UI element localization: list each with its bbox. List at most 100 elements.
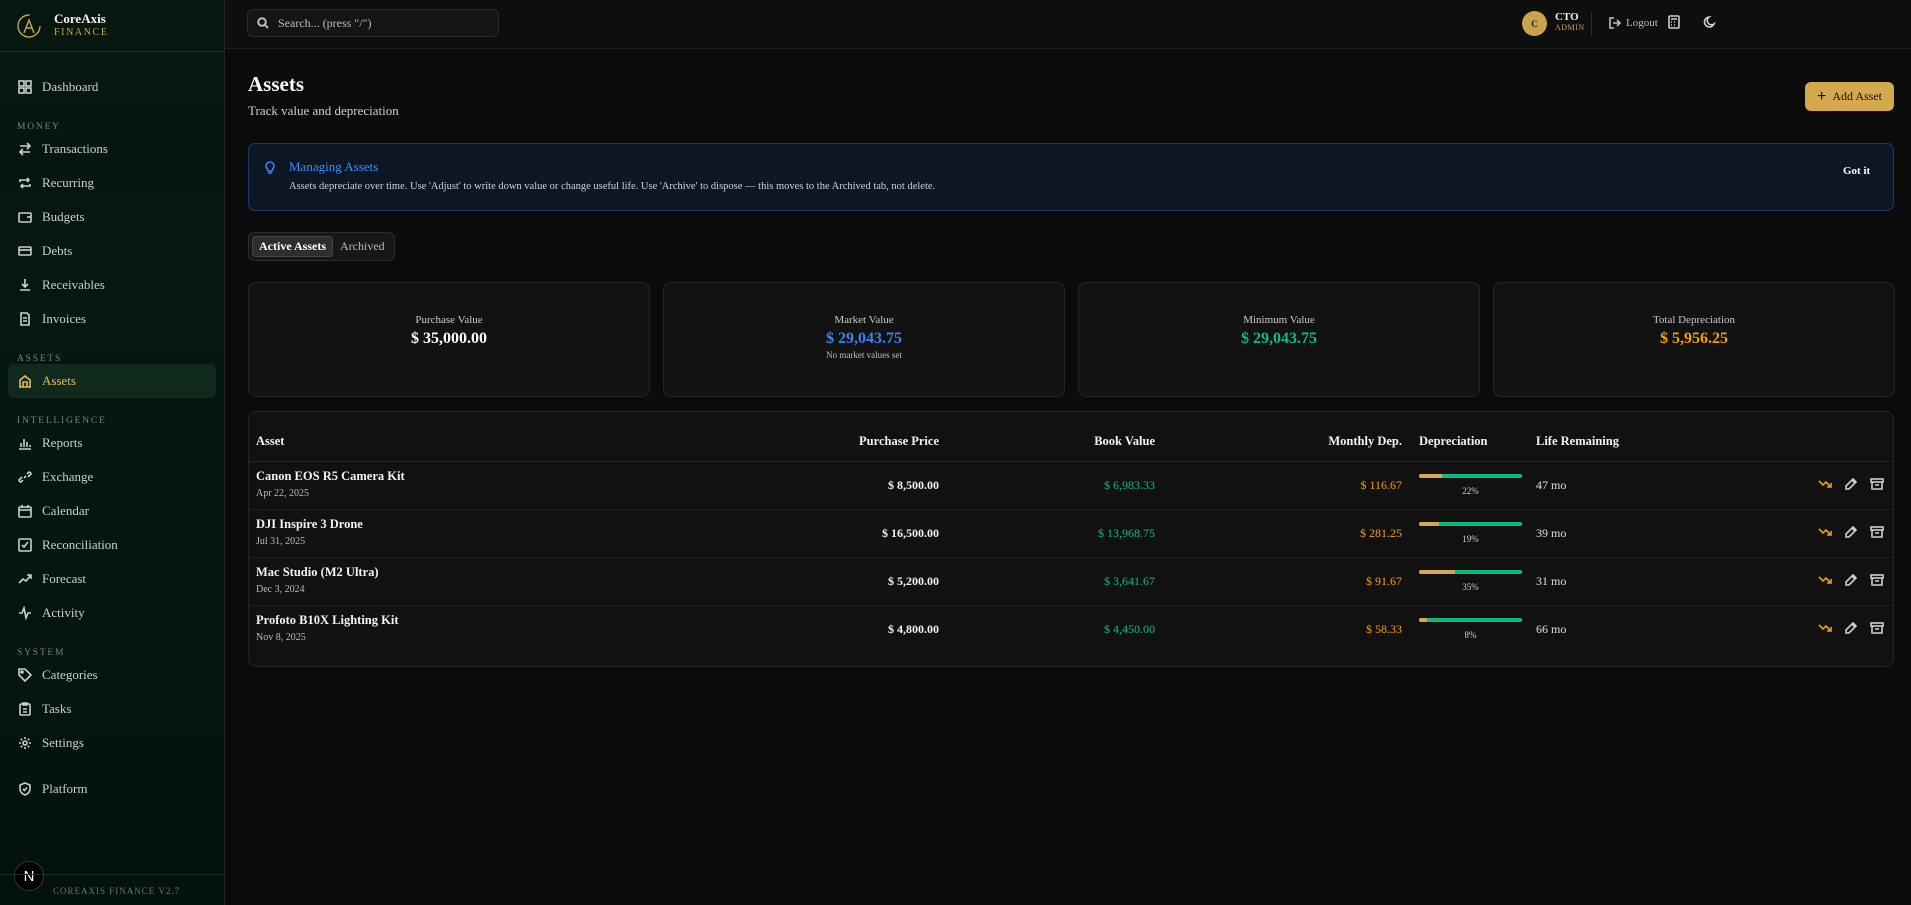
tab-archived[interactable]: Archived (334, 236, 391, 257)
sidebar-item-receivables[interactable]: Receivables (8, 268, 216, 302)
monthly-dep: $ 281.25 (1360, 526, 1402, 540)
table-row[interactable]: DJI Inspire 3 Drone Jul 31, 2025 $ 16,500.… (249, 510, 1893, 558)
sidebar-item-label: Dashboard (42, 79, 99, 94)
repeat-icon (19, 177, 31, 189)
gear-icon (19, 737, 31, 749)
adjust-value-icon[interactable] (1818, 477, 1834, 493)
table-row[interactable]: Profoto B10X Lighting Kit Nov 8, 2025 $ 4,… (249, 606, 1893, 654)
archive-icon[interactable] (1870, 525, 1886, 541)
activity-icon (19, 606, 31, 620)
summary-card: Minimum Value $ 29,043.75 (1078, 282, 1480, 397)
sidebar-item-label: Invoices (42, 311, 87, 326)
asset-name: Canon EOS R5 Camera Kit (256, 469, 405, 483)
depreciation-bar-fill (1419, 570, 1456, 574)
got-it-button[interactable]: Got it (1843, 165, 1870, 177)
shield-check-icon (19, 782, 31, 796)
adjust-value-icon[interactable] (1818, 525, 1834, 541)
sidebar-nav: Dashboard MONEY Transactions Recurring B… (0, 52, 224, 806)
link-icon (18, 471, 32, 483)
topbar-divider (1591, 12, 1592, 36)
card-value: $ 29,043.75 (826, 330, 902, 347)
trending-up-icon (18, 574, 32, 584)
asset-name: DJI Inspire 3 Drone (256, 517, 363, 531)
depreciation-percent: 35% (1462, 582, 1479, 592)
sidebar-item-tasks[interactable]: Tasks (8, 692, 216, 726)
adjust-value-icon[interactable] (1818, 621, 1834, 637)
edit-pencil-icon[interactable] (1844, 621, 1860, 637)
asset-tabs: Active Assets Archived (248, 232, 395, 261)
brand[interactable]: CoreAxis FINANCE (0, 0, 224, 52)
card-label: Market Value (834, 314, 894, 326)
depreciation-bar-fill (1419, 474, 1442, 478)
plus-icon: + (1816, 87, 1827, 105)
table-row[interactable]: Canon EOS R5 Camera Kit Apr 22, 2025 $ 8,5… (249, 462, 1893, 510)
sidebar-item-reports[interactable]: Reports (8, 426, 216, 460)
sidebar-item-label: Transactions (42, 141, 108, 156)
sidebar-item-recurring[interactable]: Recurring (8, 166, 216, 200)
sidebar-item-assets[interactable]: Assets (8, 364, 216, 398)
header-life-remaining: Life Remaining (1536, 434, 1619, 448)
nav-section-assets: ASSETS (17, 354, 63, 364)
life-remaining: 31 mo (1536, 574, 1567, 588)
sidebar-item-exchange[interactable]: Exchange (8, 460, 216, 494)
edit-pencil-icon[interactable] (1844, 477, 1860, 493)
asset-date: Apr 22, 2025 (256, 488, 310, 499)
archive-icon[interactable] (1870, 477, 1886, 493)
tab-active-assets[interactable]: Active Assets (252, 236, 333, 257)
calculator-icon[interactable] (1667, 15, 1683, 31)
depreciation-percent: 19% (1462, 534, 1479, 544)
asset-name: Mac Studio (M2 Ultra) (256, 565, 379, 579)
table-header: Asset Purchase Price Book Value Monthly … (249, 412, 1893, 462)
sidebar-item-label: Debts (42, 243, 73, 258)
monthly-dep: $ 91.67 (1366, 574, 1402, 588)
download-icon (20, 279, 30, 291)
sidebar-item-budgets[interactable]: Budgets (8, 200, 216, 234)
monthly-dep: $ 58.33 (1366, 622, 1402, 636)
archive-icon[interactable] (1870, 573, 1886, 589)
version-label: COREAXIS FINANCE V2.7 (53, 886, 181, 896)
sidebar-item-categories[interactable]: Categories (8, 658, 216, 692)
add-asset-button[interactable]: + Add Asset (1805, 82, 1894, 111)
card-label: Minimum Value (1243, 314, 1315, 326)
sidebar-item-debts[interactable]: Debts (8, 234, 216, 268)
document-icon (20, 312, 30, 326)
sidebar-item-settings[interactable]: Settings (8, 726, 216, 760)
depreciation-bar-fill (1419, 618, 1428, 622)
edit-pencil-icon[interactable] (1844, 525, 1860, 541)
sidebar-item-dashboard[interactable]: Dashboard (8, 70, 216, 104)
search-input[interactable]: Search... (press "/") (247, 9, 499, 37)
transfer-arrows-icon (18, 142, 32, 156)
avatar[interactable]: C (1522, 11, 1547, 36)
nav-section-money: MONEY (17, 122, 61, 132)
logout-button[interactable]: Logout (1609, 17, 1658, 29)
asset-date: Dec 3, 2024 (256, 584, 305, 595)
header-purchase-price: Purchase Price (859, 434, 939, 448)
edit-pencil-icon[interactable] (1844, 573, 1860, 589)
sidebar-item-transactions[interactable]: Transactions (8, 132, 216, 166)
card-label: Purchase Value (415, 314, 483, 326)
card-value: $ 29,043.75 (1241, 330, 1317, 347)
sidebar-item-forecast[interactable]: Forecast (8, 562, 216, 596)
sidebar-item-calendar[interactable]: Calendar (8, 494, 216, 528)
sidebar-item-reconciliation[interactable]: Reconciliation (8, 528, 216, 562)
archive-icon[interactable] (1870, 621, 1886, 637)
sidebar-item-platform[interactable]: Platform (8, 772, 216, 806)
table-row[interactable]: Mac Studio (M2 Ultra) Dec 3, 2024 $ 5,200.… (249, 558, 1893, 606)
life-remaining: 66 mo (1536, 622, 1567, 636)
tip-title: Managing Assets (289, 159, 379, 174)
page-subtitle: Track value and depreciation (248, 103, 399, 118)
purchase-price: $ 8,500.00 (888, 478, 939, 492)
summary-card: Purchase Value $ 35,000.00 (248, 282, 650, 397)
coreaxis-logo-icon (17, 13, 41, 38)
adjust-value-icon[interactable] (1818, 573, 1834, 589)
sidebar-item-activity[interactable]: Activity (8, 596, 216, 630)
asset-name: Profoto B10X Lighting Kit (256, 613, 399, 627)
search-placeholder: Search... (press "/") (278, 15, 372, 30)
sidebar-item-label: Activity (42, 605, 85, 620)
sidebar-item-invoices[interactable]: Invoices (8, 302, 216, 336)
moon-icon[interactable] (1703, 15, 1719, 31)
nav-section-system: SYSTEM (17, 648, 66, 658)
sidebar-item-label: Platform (42, 781, 88, 796)
dashboard-icon (18, 80, 32, 94)
user-role: ADMIN (1555, 23, 1585, 32)
